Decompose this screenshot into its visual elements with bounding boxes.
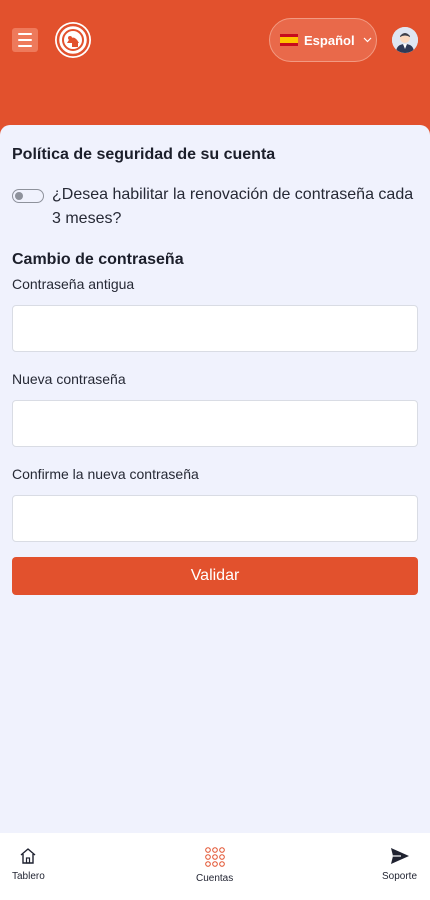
- home-icon: [20, 848, 36, 864]
- settings-card: Política de seguridad de su cuenta ¿Dese…: [0, 125, 430, 833]
- logo-icon: [56, 23, 90, 57]
- nav-label-soporte: Soporte: [382, 871, 418, 882]
- spain-flag-icon: [280, 34, 298, 46]
- bottom-navigation: Tablero Cuentas Soporte: [0, 833, 430, 900]
- new-password-label: Nueva contraseña: [12, 371, 126, 387]
- app-header: Español: [0, 0, 430, 130]
- nav-item-soporte[interactable]: Soporte: [382, 847, 417, 882]
- nav-label-cuentas: Cuentas: [196, 873, 234, 884]
- toggle-knob: [15, 192, 23, 200]
- validate-button[interactable]: Validar: [12, 557, 418, 595]
- old-password-input[interactable]: [12, 305, 418, 352]
- confirm-password-label: Confirme la nueva contraseña: [12, 466, 199, 482]
- language-selector[interactable]: Español: [269, 18, 377, 62]
- chevron-down-icon: [363, 35, 372, 46]
- user-avatar[interactable]: [392, 27, 418, 53]
- confirm-password-input[interactable]: [12, 495, 418, 542]
- hamburger-menu-button[interactable]: [12, 28, 38, 52]
- old-password-label: Contraseña antigua: [12, 276, 135, 292]
- security-policy-title: Política de seguridad de su cuenta: [12, 146, 276, 163]
- nav-label-tablero: Tablero: [12, 871, 45, 882]
- language-label: Español: [304, 32, 355, 48]
- new-password-input[interactable]: [12, 400, 418, 447]
- menu-line: [18, 33, 32, 35]
- password-renewal-question: ¿Desea habilitar la renovación de contra…: [52, 186, 414, 227]
- nav-item-tablero[interactable]: Tablero: [12, 847, 45, 882]
- menu-line: [18, 39, 32, 41]
- password-change-title: Cambio de contraseña: [12, 251, 184, 268]
- user-avatar-icon: [392, 27, 418, 53]
- password-renewal-toggle[interactable]: [12, 189, 44, 203]
- grid-dots-icon: [204, 847, 225, 867]
- send-icon: [390, 848, 409, 864]
- brand-logo[interactable]: [55, 22, 91, 58]
- nav-item-cuentas[interactable]: Cuentas: [196, 847, 233, 884]
- menu-line: [18, 45, 32, 47]
